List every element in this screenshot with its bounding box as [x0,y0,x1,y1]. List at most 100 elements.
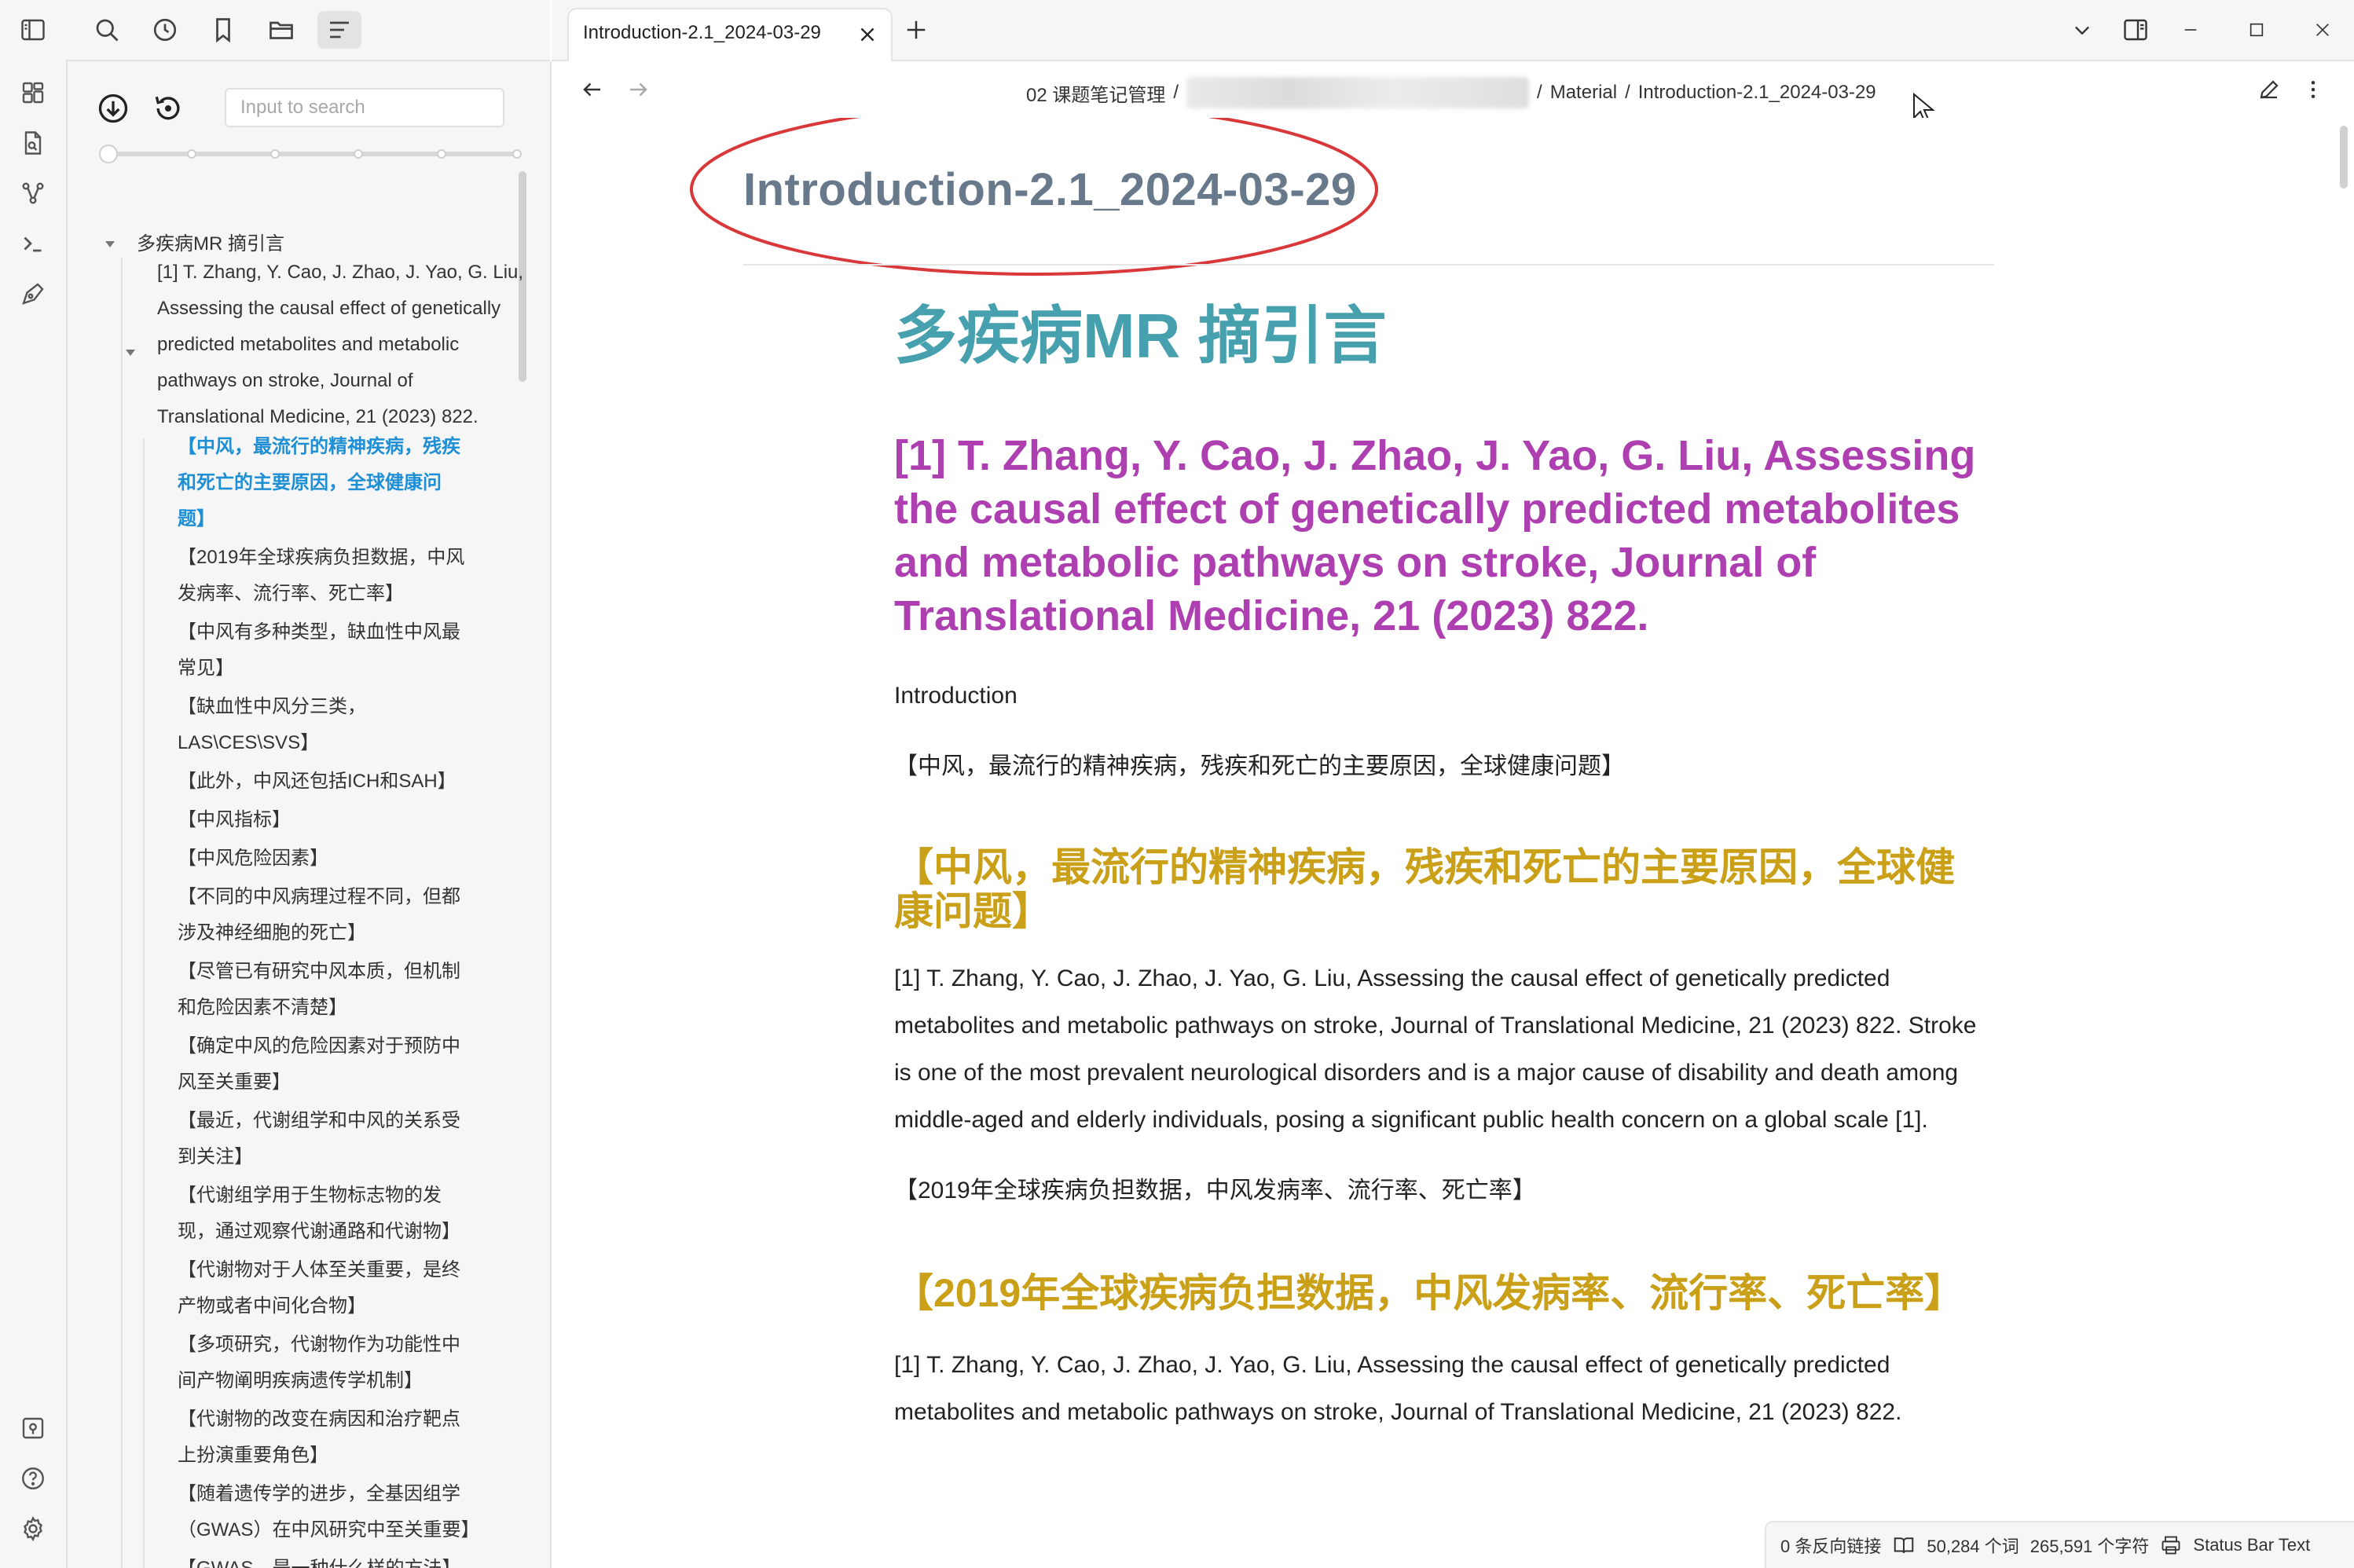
outline-item-h3-line: 风至关重要】 [178,1072,291,1093]
outline-item-h3[interactable]: 【代谢物对于人体至关重要，是终 产物或者中间化合物】 [178,1252,550,1327]
edit-pencil-icon[interactable] [2253,74,2285,105]
vault-icon[interactable] [14,1409,52,1447]
outline-item-h3[interactable]: 【多项研究，代谢物作为功能性中 间产物阐明疾病遗传学机制】 [178,1327,550,1401]
collapse-caret-icon[interactable] [123,345,138,361]
bookmark-icon[interactable] [201,11,245,49]
top-left-toolbar [0,0,550,61]
printer-icon[interactable] [2160,1534,2182,1556]
search-icon[interactable] [85,11,129,49]
outline-item-h3[interactable]: 【此外，中风还包括ICH和SAH】 [178,764,550,802]
outline-item-h3-line: 【尽管已有研究中风本质，但机制 [178,961,460,982]
outline-icon[interactable] [317,11,361,49]
outline-item-h3-line: 【不同的中风病理过程不同，但都 [178,886,460,907]
new-tab-icon[interactable] [899,13,933,47]
outline-item-h3-line: 【代谢物对于人体至关重要，是终 [178,1259,460,1280]
slider-handle[interactable] [99,145,118,163]
back-arrow-icon[interactable] [577,74,608,105]
outline-item-h2[interactable]: [1] T. Zhang, Y. Cao, J. Zhao, J. Yao, G… [157,255,550,435]
inline-title[interactable]: Introduction-2.1_2024-03-29 [743,163,1357,216]
close-icon[interactable] [855,22,880,47]
editor-scrollbar[interactable] [2340,126,2348,189]
intro-label: Introduction [894,683,1018,709]
expand-all-icon[interactable] [94,90,132,127]
minimize-icon[interactable] [2173,13,2208,47]
more-options-icon[interactable] [2297,74,2329,105]
outline-item-h2-line: predicted metabolites and metabolic [157,334,460,355]
breadcrumb-redacted-folder[interactable] [1186,77,1530,108]
outline-item-h3[interactable]: 【确定中风的危险因素对于预防中 风至关重要】 [178,1028,550,1103]
outline-item-h2-line: pathways on stroke, Journal of [157,370,413,391]
outline-item-h3[interactable]: 【中风指标】 [178,802,550,841]
dashboard-icon[interactable] [14,74,52,112]
outline-item-h3-line: LAS\CES\SVS】 [178,732,320,753]
editor-view: Introduction-2.1_2024-03-29 多疾病MR 摘引言 [1… [552,118,2354,1568]
outline-item-h3[interactable]: 【代谢组学用于生物标志物的发 现，通过观察代谢通路和代谢物】 [178,1178,550,1252]
backlinks-count[interactable]: 0 条反向链接 [1780,1533,1881,1558]
help-icon[interactable] [14,1460,52,1497]
outline-item-h3-line: 和危险因素不清楚】 [178,997,347,1018]
outline-item-h3[interactable]: 【2019年全球疾病负担数据，中风 发病率、流行率、死亡率】 [178,540,550,614]
outline-item-h3-line: 和死亡的主要原因，全球健康问 [178,472,442,493]
breadcrumb-folder[interactable]: 02 课题笔记管理 [1026,79,1165,107]
terminal-icon[interactable] [14,225,52,262]
maximize-icon[interactable] [2239,13,2274,47]
outline-item-h2-line: Assessing the causal effect of genetical… [157,298,501,319]
slider-track [105,152,517,156]
folder-icon[interactable] [259,11,303,49]
note-content[interactable]: 多疾病MR 摘引言 [1] T. Zhang, Y. Cao, J. Zhao,… [894,299,1988,1436]
outline-item-h3[interactable]: 【缺血性中风分三类， LAS\CES\SVS】 [178,689,550,764]
outline-search-input[interactable] [225,88,504,127]
tab-title: Introduction-2.1_2024-03-29 [583,22,821,43]
graph-view-icon[interactable] [14,174,52,212]
bracket-summary-1: 【中风，最流行的精神疾病，残疾和死亡的主要原因，全球健康问题】 [894,753,1625,779]
slider-stop [187,149,196,159]
outline-item-h3-line: 【多项研究，代谢物作为功能性中 [178,1334,460,1355]
outline-item-h3-line: 常见】 [178,658,234,679]
outline-item-h3-line: 【随着遗传学的进步，全基因组学 [178,1483,460,1504]
outline-subitems: 【中风，最流行的精神疾病，残疾 和死亡的主要原因，全球健康问 题】 【2019年全球疾… [178,429,550,1568]
book-icon[interactable] [1892,1533,1916,1557]
outline-item-h3-line: 【缺血性中风分三类， [178,696,366,717]
outline-toolbar [94,85,534,132]
breadcrumb-file[interactable]: Introduction-2.1_2024-03-29 [1638,82,1876,104]
outline-item-h3[interactable]: 【中风，最流行的精神疾病，残疾 和死亡的主要原因，全球健康问 题】 [178,429,550,540]
settings-gear-icon[interactable] [14,1510,52,1548]
outline-item-h3[interactable]: 【不同的中风病理过程不同，但都 涉及神经细胞的死亡】 [178,879,550,954]
outline-item-h3-line: 【中风，最流行的精神疾病，残疾 [178,436,460,457]
outline-item-h3-line: 【此外，中风还包括ICH和SAH】 [178,771,456,792]
outline-item-h3-line: 到关注】 [178,1146,253,1167]
tab-list-chevron-down-icon[interactable] [2065,13,2099,47]
refresh-icon[interactable] [149,90,187,127]
slider-stop [270,149,280,159]
title-divider [743,264,1994,266]
status-bar: 0 条反向链接 50,284 个词 265,591 个字符 Status Bar… [1765,1521,2354,1568]
outline-item-h3[interactable]: 【GWAS，是一种什么样的方法】 [178,1551,550,1568]
window-close-icon[interactable] [2305,13,2340,47]
word-count: 50,284 个词 [1927,1537,2019,1556]
outline-item-h3-line: 现，通过观察代谢通路和代谢物】 [178,1221,460,1242]
heading-level-slider[interactable] [99,143,523,165]
bracket-summary-2: 【2019年全球疾病负担数据，中风发病率、流行率、死亡率】 [894,1178,1536,1203]
outline-item-h3[interactable]: 【尽管已有研究中风本质，但机制 和危险因素不清楚】 [178,954,550,1028]
right-sidebar-toggle-icon[interactable] [2118,13,2153,47]
heading-1: 多疾病MR 摘引言 [894,301,1387,371]
breadcrumb-separator: / [1537,82,1542,103]
outline-item-h3[interactable]: 【最近，代谢组学和中风的关系受 到关注】 [178,1103,550,1178]
outline-item-h3-line: 【2019年全球疾病负担数据，中风 [178,547,465,568]
draw-icon[interactable] [14,275,52,313]
outline-item-h3[interactable]: 【中风有多种类型，缺血性中风最 常见】 [178,614,550,689]
file-search-icon[interactable] [14,124,52,162]
sidebar-toggle-icon[interactable] [11,11,55,49]
outline-item-h3[interactable]: 【随着遗传学的进步，全基因组学 （GWAS）在中风研究中至关重要】 [178,1476,550,1551]
collapse-caret-icon[interactable] [102,236,118,252]
slider-stop [437,149,446,159]
outline-item-h3-line: 【确定中风的危险因素对于预防中 [178,1035,460,1057]
recent-files-icon[interactable] [143,11,187,49]
slider-stop [354,149,363,159]
tab-active[interactable]: Introduction-2.1_2024-03-29 [567,8,893,61]
breadcrumb-separator: / [1173,82,1179,103]
breadcrumb-subfolder[interactable]: Material [1550,82,1617,104]
forward-arrow-icon[interactable] [622,74,654,105]
outline-item-h3[interactable]: 【代谢物的改变在病因和治疗靶点 上扮演重要角色】 [178,1401,550,1476]
outline-item-h3[interactable]: 【中风危险因素】 [178,841,550,879]
